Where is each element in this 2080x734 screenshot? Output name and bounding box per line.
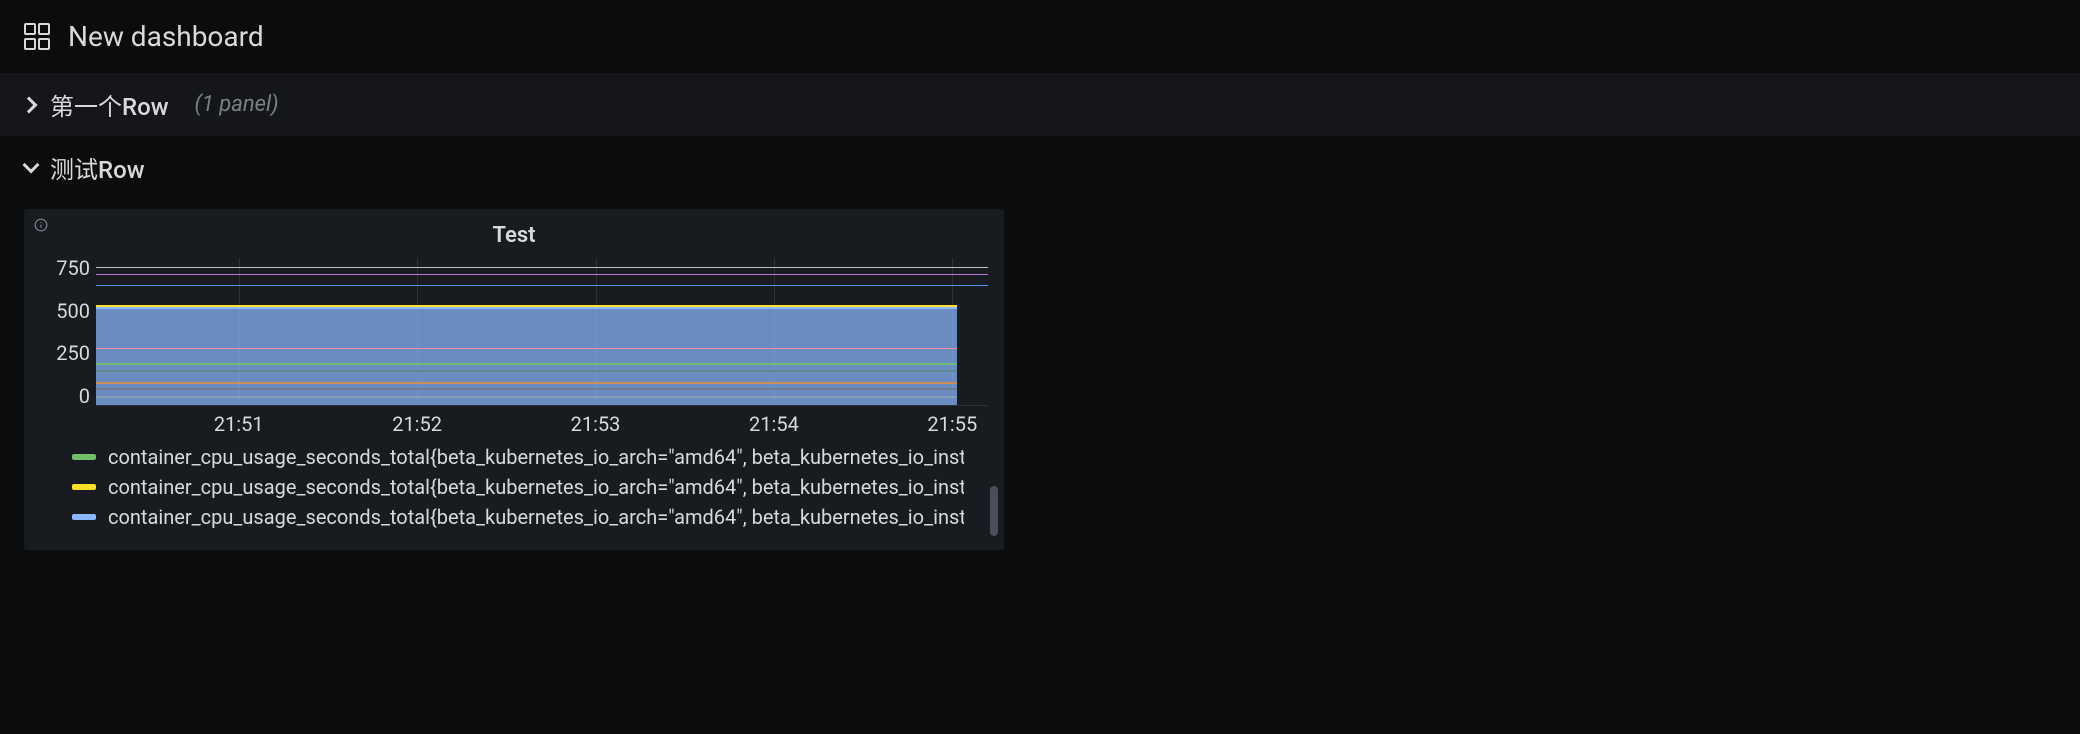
x-tick: 21:53: [571, 412, 621, 436]
row-header-2[interactable]: 测试Row: [0, 136, 2080, 199]
legend-label: container_cpu_usage_seconds_total{beta_k…: [108, 445, 964, 469]
row-title-2: 测试Row: [50, 150, 145, 185]
y-tick: 0: [79, 386, 90, 406]
x-axis: 21:51 21:52 21:53 21:54 21:55: [96, 406, 988, 434]
legend-swatch: [72, 514, 96, 520]
legend-swatch: [72, 484, 96, 490]
chart-area[interactable]: 750 500 250 0 21:5121:5221:5321:5421:55: [24, 258, 1004, 428]
chevron-down-icon: [24, 161, 38, 175]
legend-label: container_cpu_usage_seconds_total{beta_k…: [108, 475, 964, 499]
x-tick: 21:51: [214, 412, 264, 436]
legend-swatch: [72, 454, 96, 460]
y-axis: 750 500 250 0: [24, 258, 90, 406]
dashboard-grid-icon[interactable]: [24, 23, 52, 51]
info-icon[interactable]: [34, 217, 48, 236]
row-panel-count-1: (1 panel): [195, 92, 279, 117]
x-tick: 21:52: [392, 412, 442, 436]
x-tick: 21:55: [927, 412, 977, 436]
legend-item[interactable]: container_cpu_usage_seconds_total{beta_k…: [72, 472, 964, 502]
plot-area[interactable]: [96, 258, 988, 406]
x-tick: 21:54: [749, 412, 799, 436]
y-tick: 500: [56, 301, 90, 321]
dashboard-header: New dashboard: [0, 0, 2080, 73]
panel-title[interactable]: Test: [24, 209, 1004, 258]
legend: container_cpu_usage_seconds_total{beta_k…: [24, 428, 1004, 538]
legend-item[interactable]: container_cpu_usage_seconds_total{beta_k…: [72, 442, 964, 472]
chevron-right-icon: [24, 98, 38, 112]
page-title[interactable]: New dashboard: [68, 20, 264, 53]
y-tick: 750: [56, 258, 90, 278]
row-title-1: 第一个Row: [50, 87, 169, 122]
legend-scrollbar[interactable]: [990, 486, 998, 536]
legend-label: container_cpu_usage_seconds_total{beta_k…: [108, 505, 964, 529]
legend-item[interactable]: container_cpu_usage_seconds_total{beta_k…: [72, 502, 964, 532]
y-tick: 250: [56, 343, 90, 363]
panel-test[interactable]: Test 750 500 250 0 21:5121:5221:5321:542…: [24, 209, 1004, 550]
row-header-1[interactable]: 第一个Row (1 panel): [0, 73, 2080, 136]
